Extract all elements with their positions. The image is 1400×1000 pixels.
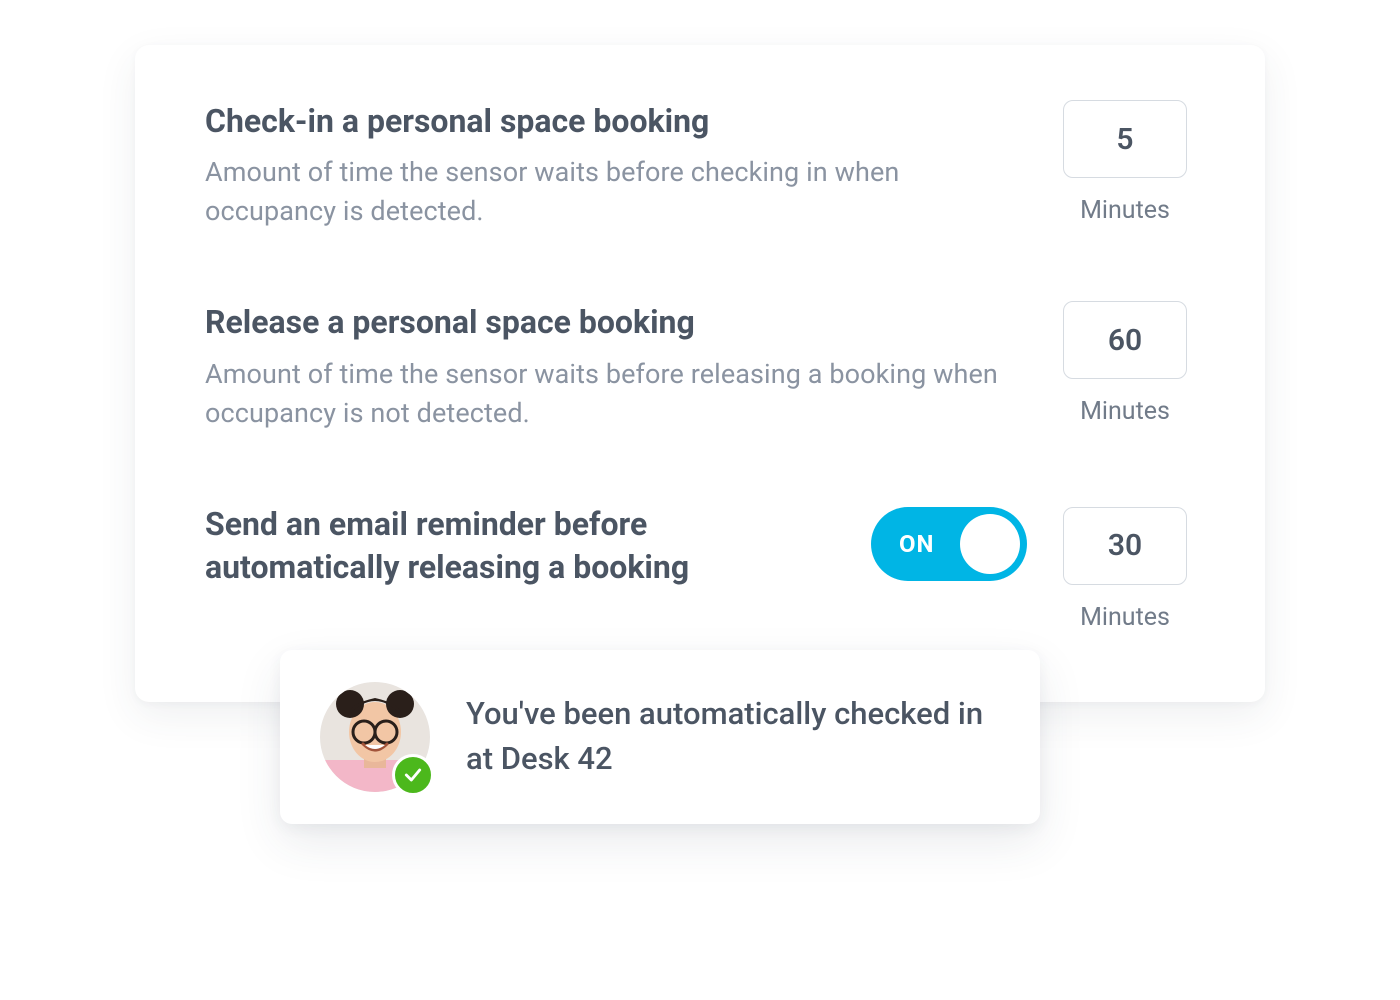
setting-title: Release a personal space booking <box>205 301 1025 344</box>
unit-label: Minutes <box>1080 603 1170 632</box>
toast-message: You've been automatically checked in at … <box>466 692 1000 782</box>
toggle-knob <box>960 514 1020 574</box>
setting-checkin: Check-in a personal space booking Amount… <box>205 100 1195 231</box>
reminder-minutes-input[interactable]: 30 <box>1063 507 1187 585</box>
toggle-state-label: ON <box>899 530 934 558</box>
setting-title: Check-in a personal space booking <box>205 100 1025 143</box>
setting-description: Amount of time the sensor waits before r… <box>205 355 1025 433</box>
setting-title: Send an email reminder before automatica… <box>205 503 841 589</box>
setting-release: Release a personal space booking Amount … <box>205 301 1195 432</box>
unit-label: Minutes <box>1080 196 1170 225</box>
setting-description: Amount of time the sensor waits before c… <box>205 153 1025 231</box>
checkin-minutes-input[interactable]: 5 <box>1063 100 1187 178</box>
check-icon <box>392 754 434 796</box>
avatar-wrap <box>320 682 430 792</box>
settings-card: Check-in a personal space booking Amount… <box>135 45 1265 702</box>
setting-email-reminder: Send an email reminder before automatica… <box>205 503 1195 632</box>
email-reminder-toggle[interactable]: ON <box>871 507 1027 581</box>
checkin-toast: You've been automatically checked in at … <box>280 650 1040 824</box>
release-minutes-input[interactable]: 60 <box>1063 301 1187 379</box>
unit-label: Minutes <box>1080 397 1170 426</box>
